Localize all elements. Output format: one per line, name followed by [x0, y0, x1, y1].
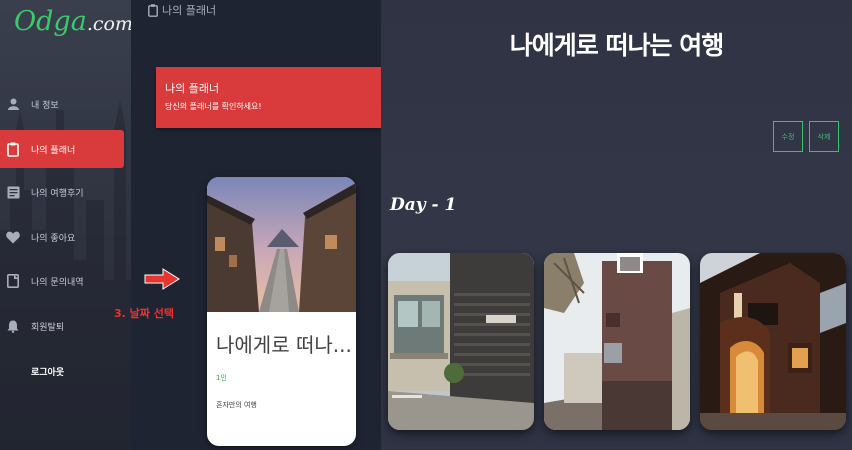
place-photo[interactable]: [700, 253, 846, 430]
planner-card[interactable]: 나에게로 떠나... 1인 혼자만의 여행: [207, 177, 356, 446]
planner-notice-banner: 나의 플래너 당신의 플래너를 확인하세요!: [156, 67, 381, 128]
clipboard-icon: [148, 3, 158, 17]
sidebar-item-withdraw[interactable]: 회원탈퇴: [0, 307, 124, 345]
sidebar-item-label: 로그아웃: [31, 367, 65, 378]
sidebar-item-label: 회원탈퇴: [31, 322, 65, 333]
sidebar-item-logout[interactable]: 로그아웃: [0, 352, 124, 390]
panel-header: 나의 플래너: [148, 2, 216, 18]
notice-title: 나의 플래너: [165, 82, 220, 95]
user-icon: [6, 96, 20, 112]
hanok-street-photo: [207, 177, 356, 312]
sidebar-item-label: 나의 플래너: [31, 145, 76, 156]
night-brick-building-photo: [700, 253, 846, 430]
sidebar-item-my-likes[interactable]: 나의 좋아요: [0, 218, 124, 256]
sidebar-item-label: 나의 여행후기: [31, 188, 84, 199]
panel-header-title: 나의 플래너: [162, 4, 217, 17]
notice-message: 당신의 플래너를 확인하세요!: [165, 102, 262, 111]
planner-card-title: 나에게로 떠나...: [216, 333, 352, 357]
sidebar-item-label: 나의 좋아요: [31, 233, 76, 244]
place-photo[interactable]: [388, 253, 534, 430]
planner-card-description: 혼자만의 여행: [216, 401, 257, 409]
red-arrow-icon: [144, 268, 180, 290]
day-label: Day - 1: [390, 195, 457, 215]
page-title: 나에게로 떠나는 여행: [509, 31, 724, 60]
planner-card-people: 1인: [216, 374, 227, 382]
sidebar-item-my-reviews[interactable]: 나의 여행후기: [0, 173, 124, 211]
newspaper-icon: [6, 184, 20, 200]
place-photo[interactable]: [544, 253, 690, 430]
logo[interactable]: Odga.com: [14, 6, 131, 37]
sidebar-item-label: 나의 문의내역: [31, 277, 84, 288]
delete-button[interactable]: 삭제: [809, 121, 839, 152]
cafe-building-photo: [388, 253, 534, 430]
sidebar-item-my-inquiries[interactable]: 나의 문의내역: [0, 262, 124, 300]
document-icon: [6, 273, 20, 289]
sidebar: Odga.com 내 정보 나의 플래너 나의 여행후기 나의 좋아요 나의 문…: [0, 0, 131, 450]
sidebar-item-label: 내 정보: [31, 100, 59, 111]
brick-gallery-photo: [544, 253, 690, 430]
sidebar-item-my-info[interactable]: 내 정보: [0, 85, 124, 123]
sidebar-item-my-planner[interactable]: 나의 플래너: [0, 130, 124, 168]
edit-button[interactable]: 수정: [773, 121, 803, 152]
tutorial-step-label: 3. 날짜 선택: [114, 307, 174, 320]
bell-icon: [6, 318, 20, 334]
heart-icon: [6, 229, 20, 245]
clipboard-icon: [6, 141, 20, 157]
